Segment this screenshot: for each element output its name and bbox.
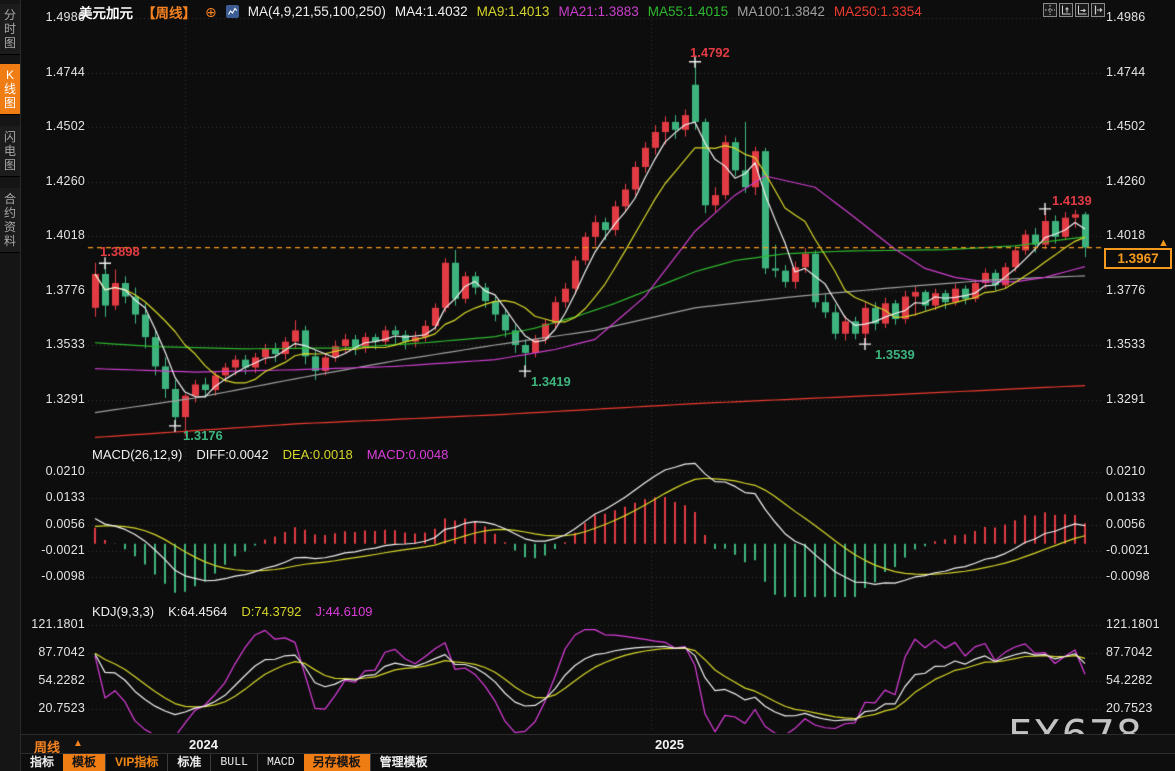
- chart-canvas[interactable]: [0, 0, 1175, 771]
- kdj-header: KDJ(9,3,3) K:64.4564 D:74.3792 J:44.6109: [92, 604, 373, 619]
- year-axis-label: 2025: [655, 737, 684, 752]
- shift-right-icon[interactable]: [1091, 3, 1105, 17]
- tab-save-template[interactable]: 另存模板: [304, 754, 370, 771]
- tab-templates[interactable]: 模板: [63, 754, 105, 771]
- chart-toolbar: [1043, 3, 1105, 17]
- chart-header: 美元加元 【周线】 ⊕ MA(4,9,21,55,100,250) MA4:1.…: [79, 3, 922, 20]
- ma21-value: MA21:1.3883: [558, 4, 638, 19]
- ma4-value: MA4:1.4032: [395, 4, 468, 19]
- sidebar-item-kline-chart[interactable]: K线图: [0, 64, 20, 115]
- price-up-arrow-icon: ▲: [1158, 237, 1169, 249]
- candlestick-chart-icon[interactable]: [226, 5, 239, 18]
- kdj-title: KDJ(9,3,3): [92, 604, 154, 619]
- sidebar-item-flash-chart[interactable]: 闪电图: [0, 126, 20, 177]
- sidebar-item-time-chart[interactable]: 分时图: [0, 4, 20, 55]
- bottom-tab-bar: 指标模板VIP指标标准BULLMACD另存模板管理模板: [21, 753, 1175, 771]
- macd-dea-value: DEA:0.0018: [283, 447, 353, 462]
- sidebar: 分时图 K线图闪电图合约资料: [0, 0, 21, 771]
- macd-diff-value: DIFF:0.0042: [196, 447, 268, 462]
- tab-manage-template[interactable]: 管理模板: [370, 754, 437, 771]
- macd-title: MACD(26,12,9): [92, 447, 182, 462]
- sidebar-item-contract-info[interactable]: 合约资料: [0, 188, 20, 253]
- pan-icon[interactable]: [1043, 3, 1057, 17]
- macd-macd-value: MACD:0.0048: [367, 447, 449, 462]
- kdj-j-value: J:44.6109: [315, 604, 372, 619]
- kdj-d-value: D:74.3792: [241, 604, 301, 619]
- tab-macd[interactable]: MACD: [257, 754, 304, 771]
- ma-param-label: MA(4,9,21,55,100,250): [248, 4, 386, 19]
- ma100-value: MA100:1.3842: [737, 4, 825, 19]
- period-tag[interactable]: 【周线】: [142, 2, 196, 22]
- ma55-value: MA55:1.4015: [648, 4, 728, 19]
- tab-indicators[interactable]: 指标: [21, 754, 63, 771]
- tab-vip-indicators[interactable]: VIP指标: [105, 754, 167, 771]
- pin-icon[interactable]: ⊕: [205, 6, 217, 18]
- year-axis-label: 2024: [189, 737, 218, 752]
- trading-app: 1.49861.49861.47441.47441.45021.45021.42…: [0, 0, 1175, 771]
- period-arrow-icon[interactable]: ▲: [73, 738, 83, 749]
- time-axis-row: 周线 ▲ 20242025: [21, 734, 1175, 754]
- current-price-box: 1.3967: [1104, 248, 1172, 269]
- symbol-title: 美元加元: [79, 2, 133, 22]
- ma250-value: MA250:1.3354: [834, 4, 922, 19]
- scale-axis-right-icon[interactable]: [1075, 3, 1089, 17]
- tab-standard[interactable]: 标准: [167, 754, 210, 771]
- kdj-k-value: K:64.4564: [168, 604, 227, 619]
- ma9-value: MA9:1.4013: [477, 4, 550, 19]
- scale-axis-up-icon[interactable]: [1059, 3, 1073, 17]
- tab-bull[interactable]: BULL: [210, 754, 257, 771]
- macd-header: MACD(26,12,9) DIFF:0.0042 DEA:0.0018 MAC…: [92, 447, 448, 462]
